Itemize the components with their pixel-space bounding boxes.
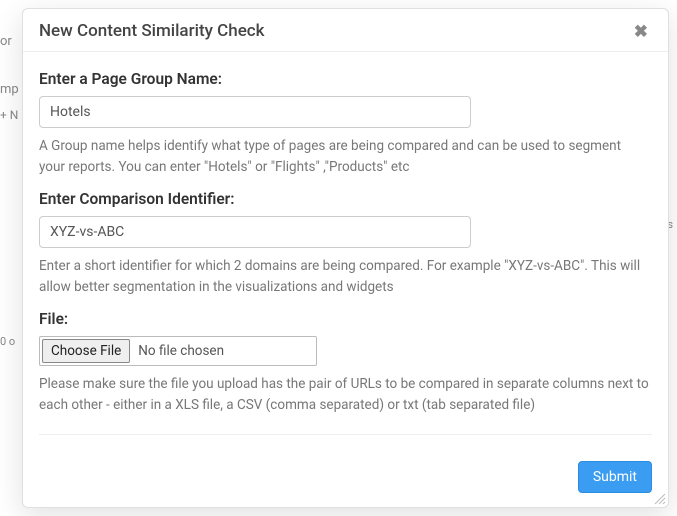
file-input-wrapper[interactable]: Choose File No file chosen (39, 336, 317, 366)
modal-title: New Content Similarity Check (39, 21, 265, 41)
file-status-text: No file chosen (130, 339, 232, 363)
group-name-help: A Group name helps identify what type of… (39, 136, 649, 178)
comparison-identifier-input[interactable] (39, 216, 471, 248)
bg-text: 0 o (0, 335, 15, 348)
comparison-identifier-help: Enter a short identifier for which 2 dom… (39, 256, 649, 298)
resize-handle-icon[interactable] (652, 491, 666, 505)
file-label: File: (39, 310, 652, 328)
close-icon[interactable]: ✖ (630, 23, 652, 40)
submit-button[interactable]: Submit (578, 461, 652, 493)
file-help: Please make sure the file you upload has… (39, 374, 649, 416)
bg-text: + N (0, 108, 18, 122)
comparison-identifier-label: Enter Comparison Identifier: (39, 190, 652, 208)
modal-header: New Content Similarity Check ✖ (23, 9, 668, 52)
bg-text: or (0, 34, 12, 49)
bg-text: mp (0, 82, 19, 97)
group-name-label: Enter a Page Group Name: (39, 70, 652, 88)
choose-file-button[interactable]: Choose File (42, 339, 130, 363)
divider (39, 434, 652, 435)
modal-footer: Submit (23, 451, 668, 507)
group-name-input[interactable] (39, 96, 471, 128)
modal-dialog: New Content Similarity Check ✖ Enter a P… (22, 8, 669, 508)
modal-body: Enter a Page Group Name: A Group name he… (23, 52, 668, 451)
